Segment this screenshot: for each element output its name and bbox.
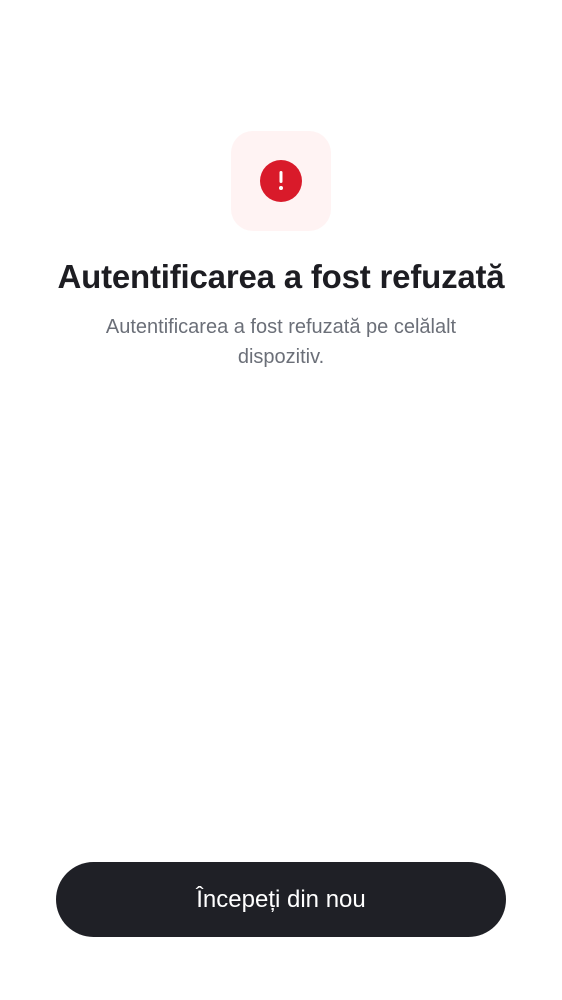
status-icon-container bbox=[231, 131, 331, 231]
page-title: Autentificarea a fost refuzată bbox=[57, 258, 505, 295]
restart-button[interactable]: Începeți din nou bbox=[56, 862, 506, 937]
alert-exclamation-icon bbox=[260, 160, 302, 202]
page-subtitle: Autentificarea a fost refuzată pe celăla… bbox=[105, 316, 457, 368]
exclamation-glyph-icon bbox=[279, 171, 283, 190]
